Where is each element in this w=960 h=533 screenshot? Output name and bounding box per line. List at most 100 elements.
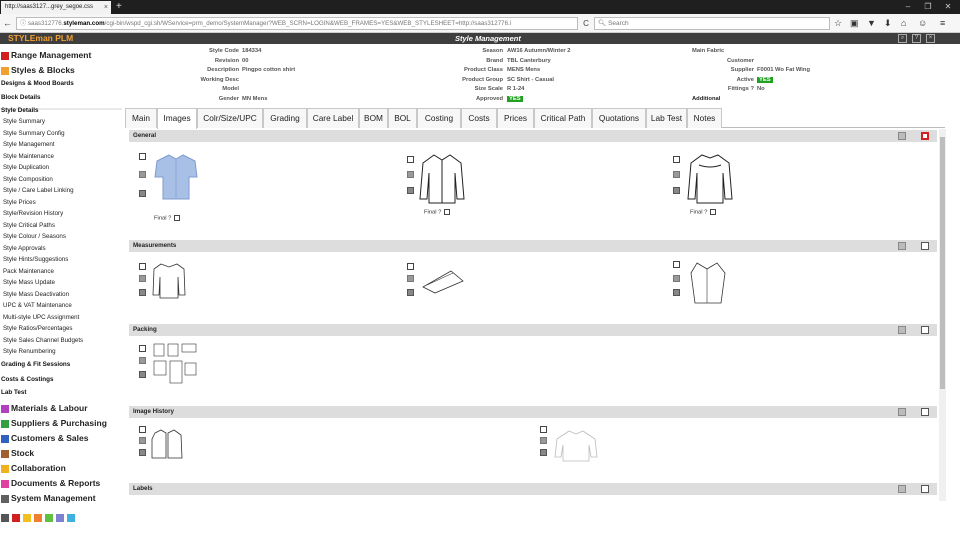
sidebar-item-range-management[interactable]: Range Management xyxy=(0,48,91,63)
tab-prices[interactable]: Prices xyxy=(497,108,534,128)
close-icon[interactable]: × xyxy=(926,34,935,43)
sidebar-item-revision-history[interactable]: Style/Revision History xyxy=(0,208,122,220)
history-sketch-image[interactable] xyxy=(149,427,185,461)
tab-main[interactable]: Main xyxy=(125,108,157,128)
upload-icon[interactable] xyxy=(921,326,929,334)
account-icon[interactable]: ☺ xyxy=(918,17,927,30)
sidebar-item-customers[interactable]: Customers & Sales xyxy=(0,431,88,446)
tab-quotations[interactable]: Quotations xyxy=(592,108,646,128)
sidebar-item-care-label-linking[interactable]: Style / Care Label Linking xyxy=(0,185,122,197)
delete-image-icon[interactable] xyxy=(673,275,680,282)
scrollbar-thumb[interactable] xyxy=(940,137,945,389)
upload-icon[interactable] xyxy=(921,408,929,416)
tab-bom[interactable]: BOM xyxy=(359,108,388,128)
sidebar-item-styles-blocks[interactable]: Styles & Blocks xyxy=(0,63,75,78)
shirt-sketch-front-image[interactable] xyxy=(417,151,467,207)
delete-icon[interactable] xyxy=(898,408,906,416)
delete-icon[interactable] xyxy=(898,242,906,250)
delete-icon[interactable] xyxy=(898,485,906,493)
bookmark-star-icon[interactable]: ☆ xyxy=(834,17,842,30)
sidebar-item-lab-test[interactable]: Lab Test xyxy=(0,387,122,399)
shirt-photo-image[interactable] xyxy=(151,151,201,203)
reader-icon[interactable]: ▣ xyxy=(850,17,859,30)
stock-shortcut-icon[interactable] xyxy=(67,514,75,522)
sidebar-item-upc-assignment[interactable]: Multi-style UPC Assignment xyxy=(0,312,122,324)
edit-image-icon[interactable] xyxy=(139,449,146,456)
image-select-checkbox[interactable] xyxy=(407,263,414,270)
cuff-sketch-image[interactable] xyxy=(419,265,467,295)
final-checkbox[interactable]: Final ? xyxy=(424,209,451,216)
browser-tab[interactable]: http://saas3127...grey_segoe.css × xyxy=(1,1,111,14)
sidebar-item-style-management[interactable]: Style Management xyxy=(0,139,122,151)
edit-image-icon[interactable] xyxy=(540,449,547,456)
sidebar-item-sales-budgets[interactable]: Style Sales Channel Budgets xyxy=(0,335,122,347)
tab-images[interactable]: Images xyxy=(157,108,197,129)
edit-image-icon[interactable] xyxy=(673,187,680,194)
menu-icon[interactable]: ≡ xyxy=(940,17,945,30)
tab-colr-size-upc[interactable]: Colr/Size/UPC xyxy=(197,108,263,128)
image-select-checkbox[interactable] xyxy=(673,261,680,268)
minimize-icon[interactable]: – xyxy=(898,0,918,13)
sidebar-item-style-summary[interactable]: Style Summary xyxy=(0,116,122,128)
image-select-checkbox[interactable] xyxy=(139,153,146,160)
sidebar-item-style-composition[interactable]: Style Composition xyxy=(0,174,122,186)
sidebar-item-style-duplication[interactable]: Style Duplication xyxy=(0,162,122,174)
suppliers-shortcut-icon[interactable] xyxy=(45,514,53,522)
tab-lab-test[interactable]: Lab Test xyxy=(646,108,687,128)
customers-shortcut-icon[interactable] xyxy=(56,514,64,522)
pocket-icon[interactable]: ▼ xyxy=(867,17,876,30)
image-select-checkbox[interactable] xyxy=(673,156,680,163)
delete-image-icon[interactable] xyxy=(540,437,547,444)
tab-critical-path[interactable]: Critical Path xyxy=(534,108,592,128)
final-checkbox[interactable]: Final ? xyxy=(690,209,717,216)
tab-bol[interactable]: BOL xyxy=(388,108,417,128)
new-tab-button[interactable]: + xyxy=(113,0,125,13)
tab-close-icon[interactable]: × xyxy=(104,1,108,14)
tab-costing[interactable]: Costing xyxy=(417,108,461,128)
image-select-checkbox[interactable] xyxy=(139,426,146,433)
sidebar-item-mass-deactivation[interactable]: Style Mass Deactivation xyxy=(0,289,122,301)
search-icon[interactable]: ⌕ xyxy=(898,34,907,43)
range-shortcut-icon[interactable] xyxy=(12,514,20,522)
window-close-icon[interactable]: ✕ xyxy=(938,0,958,13)
image-select-checkbox[interactable] xyxy=(139,263,146,270)
edit-image-icon[interactable] xyxy=(407,289,414,296)
tab-care-label[interactable]: Care Label xyxy=(307,108,359,128)
sidebar-item-style-summary-config[interactable]: Style Summary Config xyxy=(0,128,122,140)
content-scrollbar[interactable] xyxy=(939,129,946,501)
edit-image-icon[interactable] xyxy=(139,289,146,296)
measurement-sketch-image[interactable] xyxy=(151,261,187,301)
styles-shortcut-icon[interactable] xyxy=(23,514,31,522)
delete-image-icon[interactable] xyxy=(407,171,414,178)
info-icon[interactable]: ⓘ xyxy=(20,20,26,27)
address-bar[interactable]: ⓘ saas312776.styleman.com/cgi-bin/wspd_c… xyxy=(16,17,578,30)
download-icon[interactable]: ⬇ xyxy=(884,17,892,30)
search-input[interactable]: 🔍︎ Search xyxy=(594,17,830,30)
home-icon[interactable]: ⌂ xyxy=(901,17,906,30)
sidebar-item-block-details[interactable]: Block Details xyxy=(0,92,122,104)
delete-image-icon[interactable] xyxy=(407,275,414,282)
image-select-checkbox[interactable] xyxy=(139,345,146,352)
sidebar-item-pack-maintenance[interactable]: Pack Maintenance xyxy=(0,266,122,278)
delete-icon[interactable] xyxy=(898,326,906,334)
final-check-box[interactable] xyxy=(710,209,717,215)
sidebar-item-colour-seasons[interactable]: Style Colour / Seasons xyxy=(0,231,122,243)
sidebar-item-hints[interactable]: Style Hints/Suggestions xyxy=(0,254,122,266)
delete-image-icon[interactable] xyxy=(139,437,146,444)
sidebar-item-style-maintenance[interactable]: Style Maintenance xyxy=(0,151,122,163)
sidebar-item-materials[interactable]: Materials & Labour xyxy=(0,401,88,416)
edit-image-icon[interactable] xyxy=(673,289,680,296)
delete-icon[interactable] xyxy=(898,132,906,140)
final-checkbox[interactable]: Final ? xyxy=(154,215,181,222)
collar-sketch-image[interactable] xyxy=(685,259,735,305)
final-check-box[interactable] xyxy=(174,215,181,221)
shirt-sketch-back-image[interactable] xyxy=(685,151,735,207)
image-select-checkbox[interactable] xyxy=(540,426,547,433)
sidebar-item-grading[interactable]: Grading & Fit Sessions xyxy=(0,359,122,371)
sidebar-item-stock[interactable]: Stock xyxy=(0,446,34,461)
sidebar-item-suppliers[interactable]: Suppliers & Purchasing xyxy=(0,416,107,431)
sidebar-item-documents[interactable]: Documents & Reports xyxy=(0,476,100,491)
packing-sketch-image[interactable] xyxy=(150,341,200,387)
delete-image-icon[interactable] xyxy=(673,171,680,178)
sidebar-item-collaboration[interactable]: Collaboration xyxy=(0,461,66,476)
